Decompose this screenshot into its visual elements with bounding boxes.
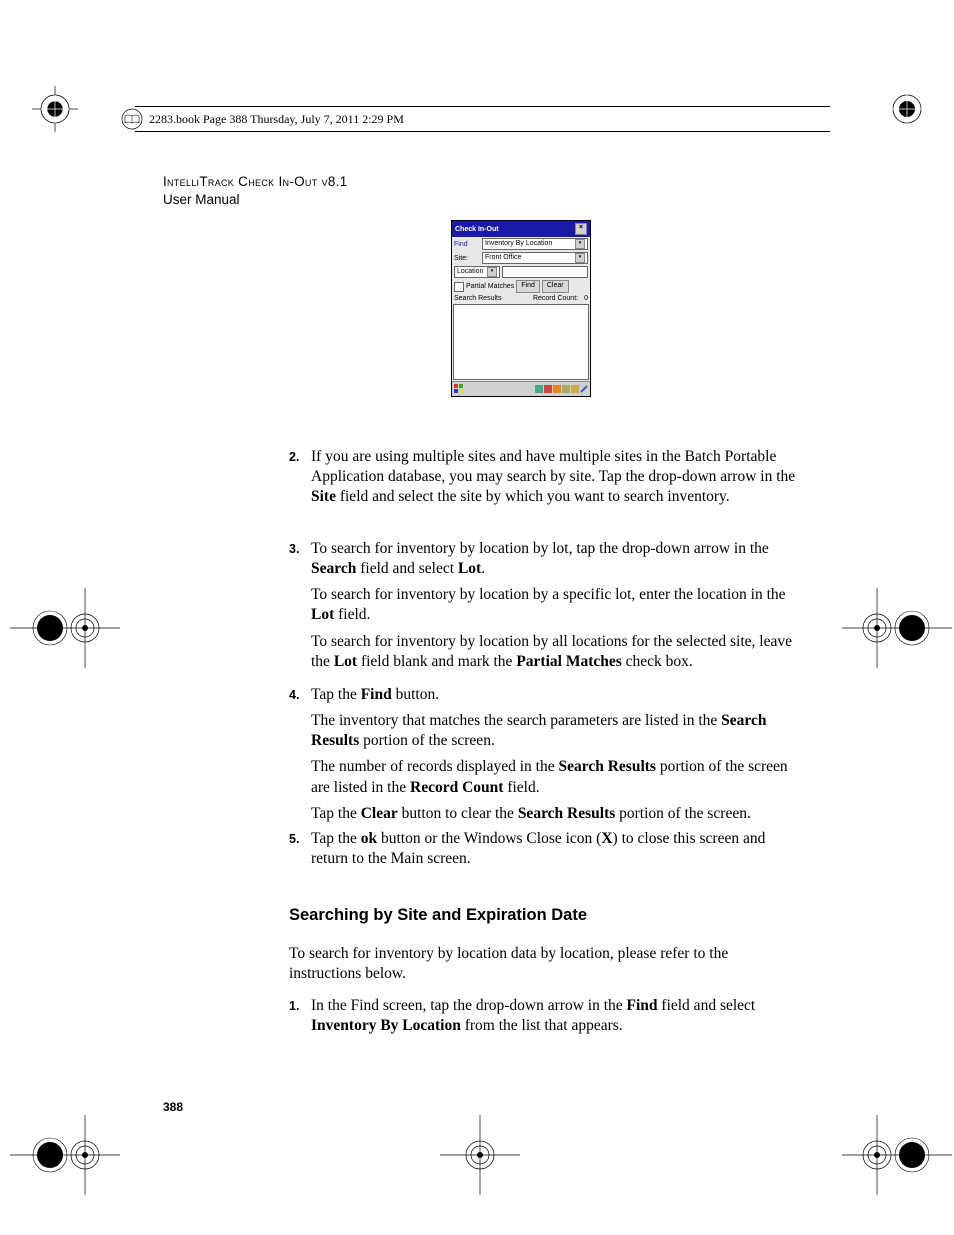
step-body: If you are using multiple sites and have… xyxy=(311,447,797,507)
step-body: In the Find screen, tap the drop-down ar… xyxy=(311,996,797,1036)
search-input[interactable] xyxy=(502,266,588,278)
clear-button[interactable]: Clear xyxy=(542,280,569,293)
search-type-dropdown[interactable]: Location ▾ xyxy=(454,266,500,278)
chevron-down-icon: ▾ xyxy=(575,239,585,249)
page-header: 2283.book Page 388 Thursday, July 7, 201… xyxy=(135,106,830,132)
find-label: Find xyxy=(454,241,480,248)
step-sub: The inventory that matches the search pa… xyxy=(311,711,797,751)
partial-matches-label: Partial Matches xyxy=(466,283,514,290)
close-icon[interactable]: × xyxy=(575,223,587,235)
tray-icon[interactable] xyxy=(535,385,543,393)
start-icon[interactable] xyxy=(454,384,464,394)
step-body: Tap the ok button or the Windows Close i… xyxy=(311,829,797,869)
app-title: Check In-Out xyxy=(455,226,499,233)
list-item: 3. To search for inventory by location b… xyxy=(289,539,797,579)
section-heading: Searching by Site and Expiration Date xyxy=(289,906,587,925)
find-dropdown[interactable]: Inventory By Location ▾ xyxy=(482,238,588,250)
site-dropdown[interactable]: Front Office ▾ xyxy=(482,252,588,264)
book-icon xyxy=(121,108,143,130)
search-results-area xyxy=(453,304,589,380)
list-item: 1. In the Find screen, tap the drop-down… xyxy=(289,996,797,1036)
list-item: 5. Tap the ok button or the Windows Clos… xyxy=(289,829,797,869)
crop-cross-icon xyxy=(10,588,120,668)
page-number: 388 xyxy=(163,1100,183,1114)
list-item: 4. Tap the Find button. xyxy=(289,685,797,705)
crop-mark-icon xyxy=(884,86,930,132)
record-count-value: 0 xyxy=(584,295,588,302)
tray-icon[interactable] xyxy=(580,385,588,393)
step-sub: Tap the Clear button to clear the Search… xyxy=(311,804,797,824)
app-titlebar: Check In-Out × xyxy=(452,221,590,237)
section-intro: To search for inventory by location data… xyxy=(289,944,799,984)
doc-title: IntelliTrack Check In-Out v8.1 User Manu… xyxy=(163,173,348,209)
header-text: 2283.book Page 388 Thursday, July 7, 201… xyxy=(149,112,404,127)
partial-matches-checkbox[interactable] xyxy=(454,282,464,292)
crop-mark-icon xyxy=(32,86,78,132)
step-sub: The number of records displayed in the S… xyxy=(311,757,797,797)
step-number: 4. xyxy=(289,685,311,705)
tray-icon[interactable] xyxy=(571,385,579,393)
crop-cross-icon xyxy=(10,1115,120,1195)
step-body: Tap the Find button. xyxy=(311,685,797,705)
step-sub: To search for inventory by location by a… xyxy=(311,632,797,672)
tray-icon[interactable] xyxy=(553,385,561,393)
find-button[interactable]: Find xyxy=(516,280,540,293)
record-count-label: Record Count: xyxy=(533,295,578,302)
tray-icon[interactable] xyxy=(544,385,552,393)
crop-cross-icon xyxy=(842,1115,952,1195)
search-results-label: Search Results xyxy=(454,295,501,302)
tray-icon[interactable] xyxy=(562,385,570,393)
step-number: 3. xyxy=(289,539,311,579)
site-label: Site: xyxy=(454,255,480,262)
crop-cross-icon xyxy=(842,588,952,668)
step-sub: To search for inventory by location by a… xyxy=(311,585,797,625)
list-item: 2. If you are using multiple sites and h… xyxy=(289,447,797,507)
step-number: 2. xyxy=(289,447,311,507)
crop-cross-icon xyxy=(440,1115,520,1195)
app-screenshot: Check In-Out × Find Inventory By Locatio… xyxy=(451,220,591,397)
chevron-down-icon: ▾ xyxy=(575,253,585,263)
chevron-down-icon: ▾ xyxy=(487,267,497,277)
app-taskbar xyxy=(452,381,590,396)
step-number: 1. xyxy=(289,996,311,1036)
step-body: To search for inventory by location by l… xyxy=(311,539,797,579)
step-number: 5. xyxy=(289,829,311,869)
